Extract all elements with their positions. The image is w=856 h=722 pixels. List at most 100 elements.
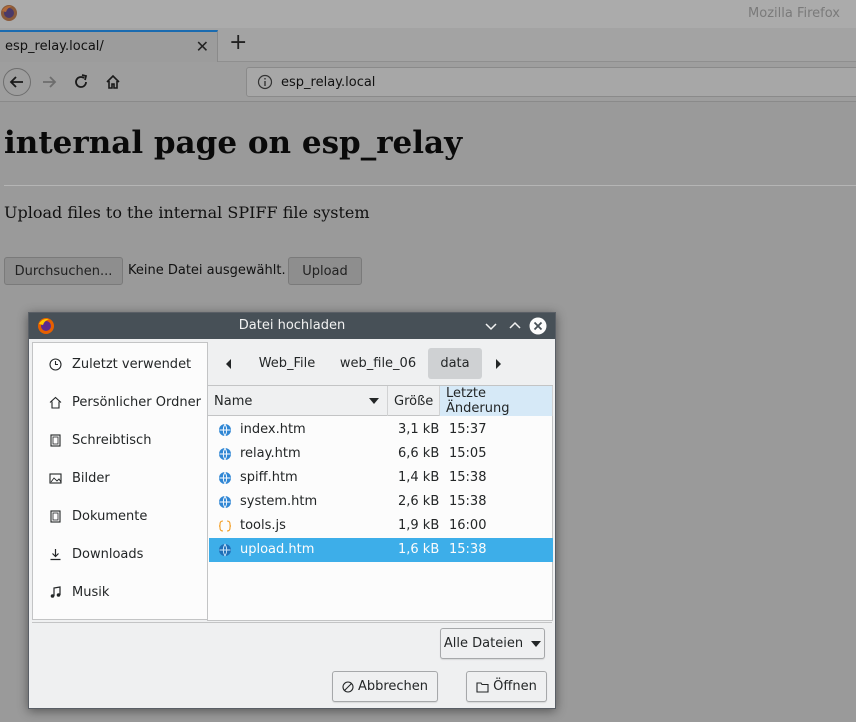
navigation-bar: esp_relay.local (0, 62, 856, 102)
column-modified-label: Letzte Änderung (446, 386, 510, 416)
cancel-label: Abbrechen (357, 679, 429, 694)
file-name: upload.htm (240, 542, 315, 557)
desktop-icon (48, 433, 62, 447)
file-time: 15:05 (449, 446, 487, 461)
file-name: system.htm (240, 494, 318, 509)
file-time: 16:00 (449, 518, 487, 533)
arrow-right-icon (43, 76, 57, 88)
url-bar[interactable]: esp_relay.local (246, 67, 856, 97)
reload-icon (75, 74, 88, 88)
places-sidebar: Zuletzt verwendet Persönlicher Ordner Sc… (32, 342, 208, 620)
close-button[interactable] (529, 317, 547, 335)
place-label: Persönlicher Ordner (72, 394, 201, 410)
tab-bar: esp_relay.local/ ✕ + (0, 28, 856, 62)
file-size: 1,4 kB (398, 470, 440, 485)
url-text: esp_relay.local (281, 75, 376, 90)
tab-esp-relay[interactable]: esp_relay.local/ ✕ (0, 30, 218, 62)
html-file-icon (219, 471, 231, 485)
file-type-filter[interactable]: Alle Dateien (440, 628, 545, 659)
column-size-label: Größe (394, 393, 434, 409)
window-title: Mozilla Firefox (748, 6, 840, 21)
upload-button[interactable]: Upload (288, 257, 362, 285)
file-time: 15:38 (449, 470, 487, 485)
dialog-titlebar: Datei hochladen (29, 313, 555, 339)
page-heading: internal page on esp_relay (4, 125, 463, 161)
file-time: 15:37 (449, 422, 487, 437)
file-size: 2,6 kB (398, 494, 440, 509)
place-label: Dokumente (72, 508, 148, 524)
column-name[interactable]: Name (208, 386, 388, 416)
new-tab-icon[interactable]: + (229, 32, 247, 54)
no-file-label: Keine Datei ausgewählt. (128, 263, 286, 278)
file-list: Name Größe Letzte Änderung index.htm 3,1… (207, 385, 553, 621)
crumb-scroll-right-icon[interactable] (488, 348, 508, 379)
forward-button[interactable] (35, 68, 63, 96)
document-icon (48, 509, 62, 523)
chevron-down-icon (485, 323, 497, 331)
file-size: 3,1 kB (398, 422, 440, 437)
file-size: 6,6 kB (398, 446, 440, 461)
place-pictures[interactable]: Bilder (33, 466, 207, 490)
file-name: index.htm (240, 422, 306, 437)
info-icon[interactable] (257, 74, 273, 90)
place-documents[interactable]: Dokumente (33, 504, 207, 528)
file-row[interactable]: relay.htm 6,6 kB 15:05 (209, 442, 553, 466)
file-row-selected[interactable]: upload.htm 1,6 kB 15:38 (209, 538, 553, 562)
place-desktop[interactable]: Schreibtisch (33, 428, 207, 452)
place-label: Bilder (72, 470, 110, 486)
place-downloads[interactable]: Downloads (33, 542, 207, 566)
crumb-web-file[interactable]: Web_File (249, 348, 325, 379)
download-icon (48, 547, 62, 561)
column-size[interactable]: Größe (388, 386, 440, 416)
file-row[interactable]: spiff.htm 1,4 kB 15:38 (209, 466, 553, 490)
html-file-icon (219, 543, 231, 557)
music-icon (48, 585, 62, 599)
firefox-logo-icon (1, 5, 17, 21)
browse-button[interactable]: Durchsuchen... (4, 257, 123, 285)
clock-icon (48, 357, 62, 371)
open-label: Öffnen (493, 679, 537, 694)
place-music[interactable]: Musik (33, 580, 207, 604)
file-size: 1,6 kB (398, 542, 440, 557)
place-label: Zuletzt verwendet (72, 356, 192, 372)
js-file-icon (218, 520, 232, 532)
place-label: Schreibtisch (72, 432, 152, 448)
file-name: spiff.htm (240, 470, 298, 485)
minimize-button[interactable] (482, 317, 500, 335)
html-file-icon (219, 447, 231, 461)
file-row[interactable]: index.htm 3,1 kB 15:37 (209, 418, 553, 442)
cancel-button[interactable]: Abbrechen (332, 671, 438, 702)
html-file-icon (219, 423, 231, 437)
filter-label: Alle Dateien (443, 636, 524, 651)
dialog-title: Datei hochladen (238, 318, 346, 333)
place-home[interactable]: Persönlicher Ordner (33, 390, 207, 414)
file-name: tools.js (240, 518, 286, 533)
place-recent[interactable]: Zuletzt verwendet (33, 352, 207, 376)
folder-icon (476, 681, 489, 693)
file-time: 15:38 (449, 494, 487, 509)
maximize-button[interactable] (506, 317, 524, 335)
home-icon (48, 395, 62, 409)
crumb-scroll-left-icon[interactable] (219, 348, 239, 379)
crumb-data[interactable]: data (428, 348, 482, 379)
back-button[interactable] (3, 68, 31, 96)
html-file-icon (219, 495, 231, 509)
page-description: Upload files to the internal SPIFF file … (4, 203, 370, 222)
place-label: Musik (72, 584, 110, 600)
tab-close-icon[interactable]: ✕ (196, 37, 209, 56)
arrow-left-icon (9, 76, 23, 88)
file-row[interactable]: tools.js 1,9 kB 16:00 (209, 514, 553, 538)
file-name: relay.htm (240, 446, 301, 461)
cancel-icon (342, 680, 354, 693)
open-button[interactable]: Öffnen (466, 671, 547, 702)
dialog-separator (32, 622, 552, 623)
file-time: 15:38 (449, 542, 487, 557)
crumb-web-file-06[interactable]: web_file_06 (333, 348, 423, 379)
column-modified[interactable]: Letzte Änderung (440, 386, 553, 416)
file-row[interactable]: system.htm 2,6 kB 15:38 (209, 490, 553, 514)
reload-button[interactable] (67, 68, 95, 96)
chevron-up-icon (509, 321, 521, 329)
home-button[interactable] (99, 68, 127, 96)
home-icon (106, 74, 120, 89)
window-titlebar: Mozilla Firefox (0, 0, 856, 28)
